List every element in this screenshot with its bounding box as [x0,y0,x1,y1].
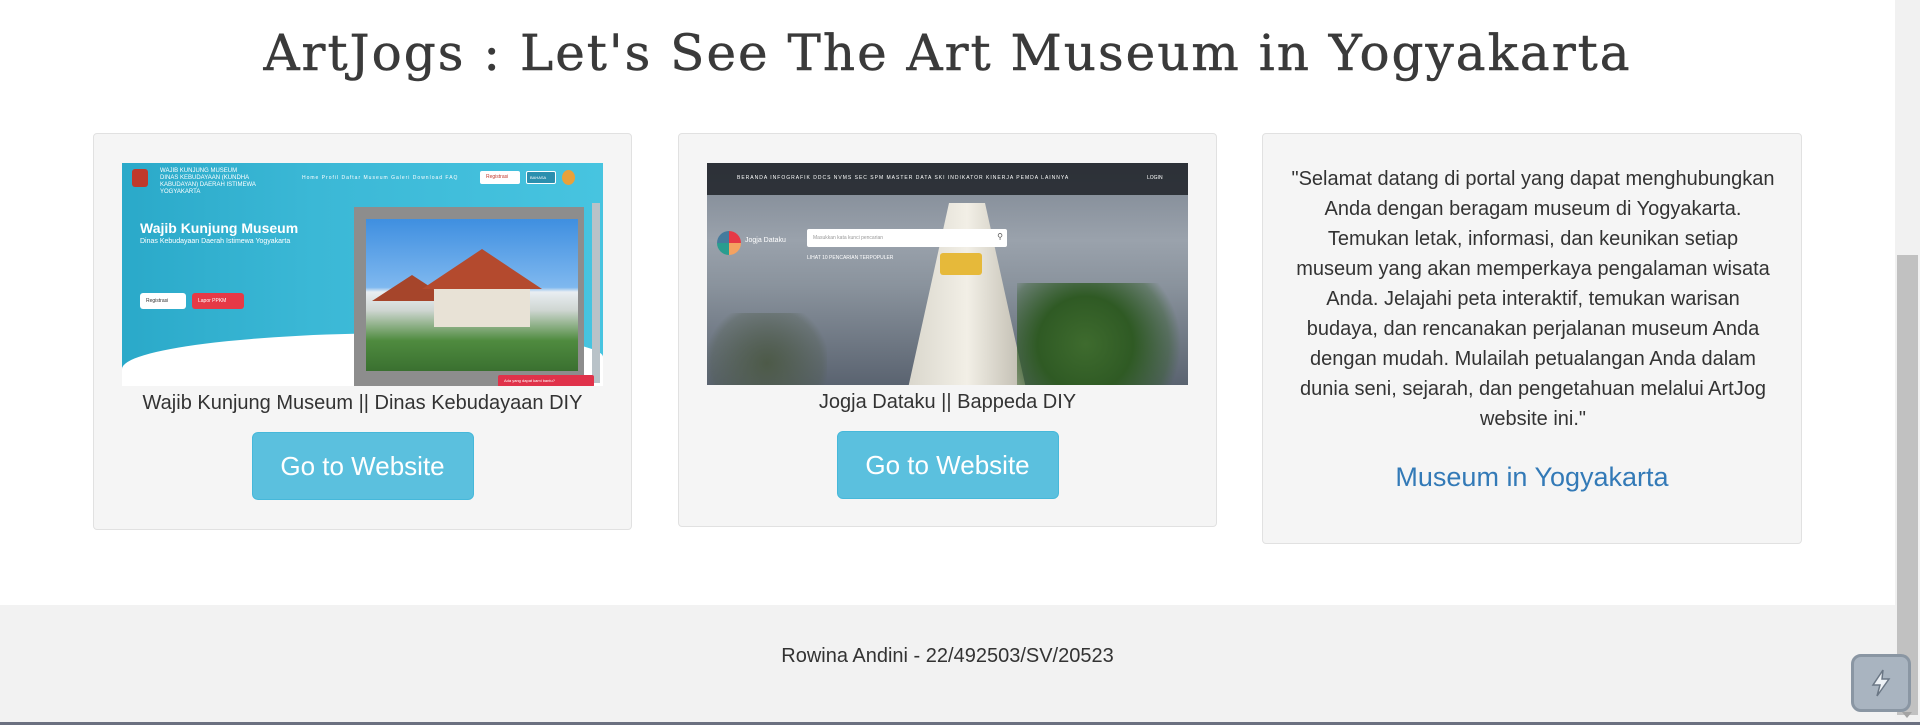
website-screenshot-wajib-kunjung: WAJIB KUNJUNG MUSEUM DINAS KEBUDAYAAN (K… [122,163,603,386]
screenshot-login-button: Registrasi [480,171,520,184]
museum-card-jogja-dataku: BERANDA INFOGRAFIK DDCS NVMS SEC SPM MAS… [678,133,1217,527]
tugu-gold-ornament [940,253,982,275]
screenshot-tree-right [1017,283,1188,385]
page-title: ArtJogs : Let's See The Art Museum in Yo… [263,24,1632,83]
welcome-card: "Selamat datang di portal yang dapat men… [1262,133,1802,544]
screenshot-nav: Home Profil Daftar Museum Galeri Downloa… [302,175,459,181]
screenshot-nav: BERANDA INFOGRAFIK DDCS NVMS SEC SPM MAS… [737,175,1070,181]
emblem-icon [562,170,575,185]
lightning-bolt-icon [1871,669,1891,697]
museum-in-yogyakarta-link[interactable]: Museum in Yogyakarta [1263,462,1801,493]
museum-roof [422,249,542,289]
card-caption: Wajib Kunjung Museum || Dinas Kebudayaan… [142,392,583,414]
go-to-website-button[interactable]: Go to Website [251,432,474,500]
scroll-down-arrow-icon[interactable] [1902,712,1912,718]
screenshot-nav-bar: BERANDA INFOGRAFIK DDCS NVMS SEC SPM MAS… [707,163,1188,195]
screenshot-logo-text: Jogja Dataku [745,237,786,244]
screenshot-login: LOGIN [1147,175,1163,181]
jogja-dataku-logo-icon [717,231,741,255]
screenshot-side-bar [592,203,600,383]
welcome-quote: "Selamat datang di portal yang dapat men… [1291,168,1775,430]
whatsapp-chat-label: Ada yang dapat kami bantu? [504,378,555,383]
vertical-scrollbar[interactable] [1895,0,1920,725]
screenshot-register-label: Registrasi [146,298,169,304]
screenshot-brand-title: WAJIB KUNJUNG MUSEUM [160,168,238,174]
screenshot-search-box: Masukkan kata kunci pencarian ⚲ [807,229,1007,247]
screenshot-report-button: Lapor PPKM [192,293,244,309]
screenshot-report-label: Lapor PPKM [198,298,227,304]
whatsapp-chat-bar: Ada yang dapat kami bantu? [498,375,594,386]
card-caption: Jogja Dataku || Bappeda DIY [818,391,1077,413]
floating-widget-button[interactable] [1851,654,1911,712]
search-icon: ⚲ [997,232,1003,241]
scrollbar-thumb[interactable] [1897,255,1918,715]
screenshot-login-label: Registrasi [486,174,509,180]
website-screenshot-jogja-dataku: BERANDA INFOGRAFIK DDCS NVMS SEC SPM MAS… [707,163,1188,385]
screenshot-register-button: Registrasi [140,293,186,309]
screenshot-language-button: BAHASA [526,171,556,184]
screenshot-search-placeholder: Masukkan kata kunci pencarian [813,235,884,241]
screenshot-subtext: LIHAT 10 PENCARIAN TERPOPULER [807,255,894,261]
screenshot-brand: WAJIB KUNJUNG MUSEUM DINAS KEBUDAYAAN (K… [160,168,270,196]
page: ArtJogs : Let's See The Art Museum in Yo… [0,0,1895,725]
screenshot-lang-label: BAHASA [530,175,547,180]
screenshot-heading: Wajib Kunjung Museum [140,220,299,236]
go-to-website-button[interactable]: Go to Website [836,431,1059,499]
screenshot-tree-left [707,313,827,385]
museum-building [434,289,530,327]
screenshot-subheading: Dinas Kebudayaan Daerah Istimewa Yogyaka… [140,238,291,245]
footer-credit: Rowina Andini - 22/492503/SV/20523 [781,645,1114,667]
screenshot-brand-sub: DINAS KEBUDAYAAN (KUNDHA KABUDAYAN) DAER… [160,175,256,195]
footer: Rowina Andini - 22/492503/SV/20523 [0,605,1895,725]
dinas-logo-icon [132,169,148,187]
museum-card-wajib-kunjung: WAJIB KUNJUNG MUSEUM DINAS KEBUDAYAAN (K… [93,133,632,530]
